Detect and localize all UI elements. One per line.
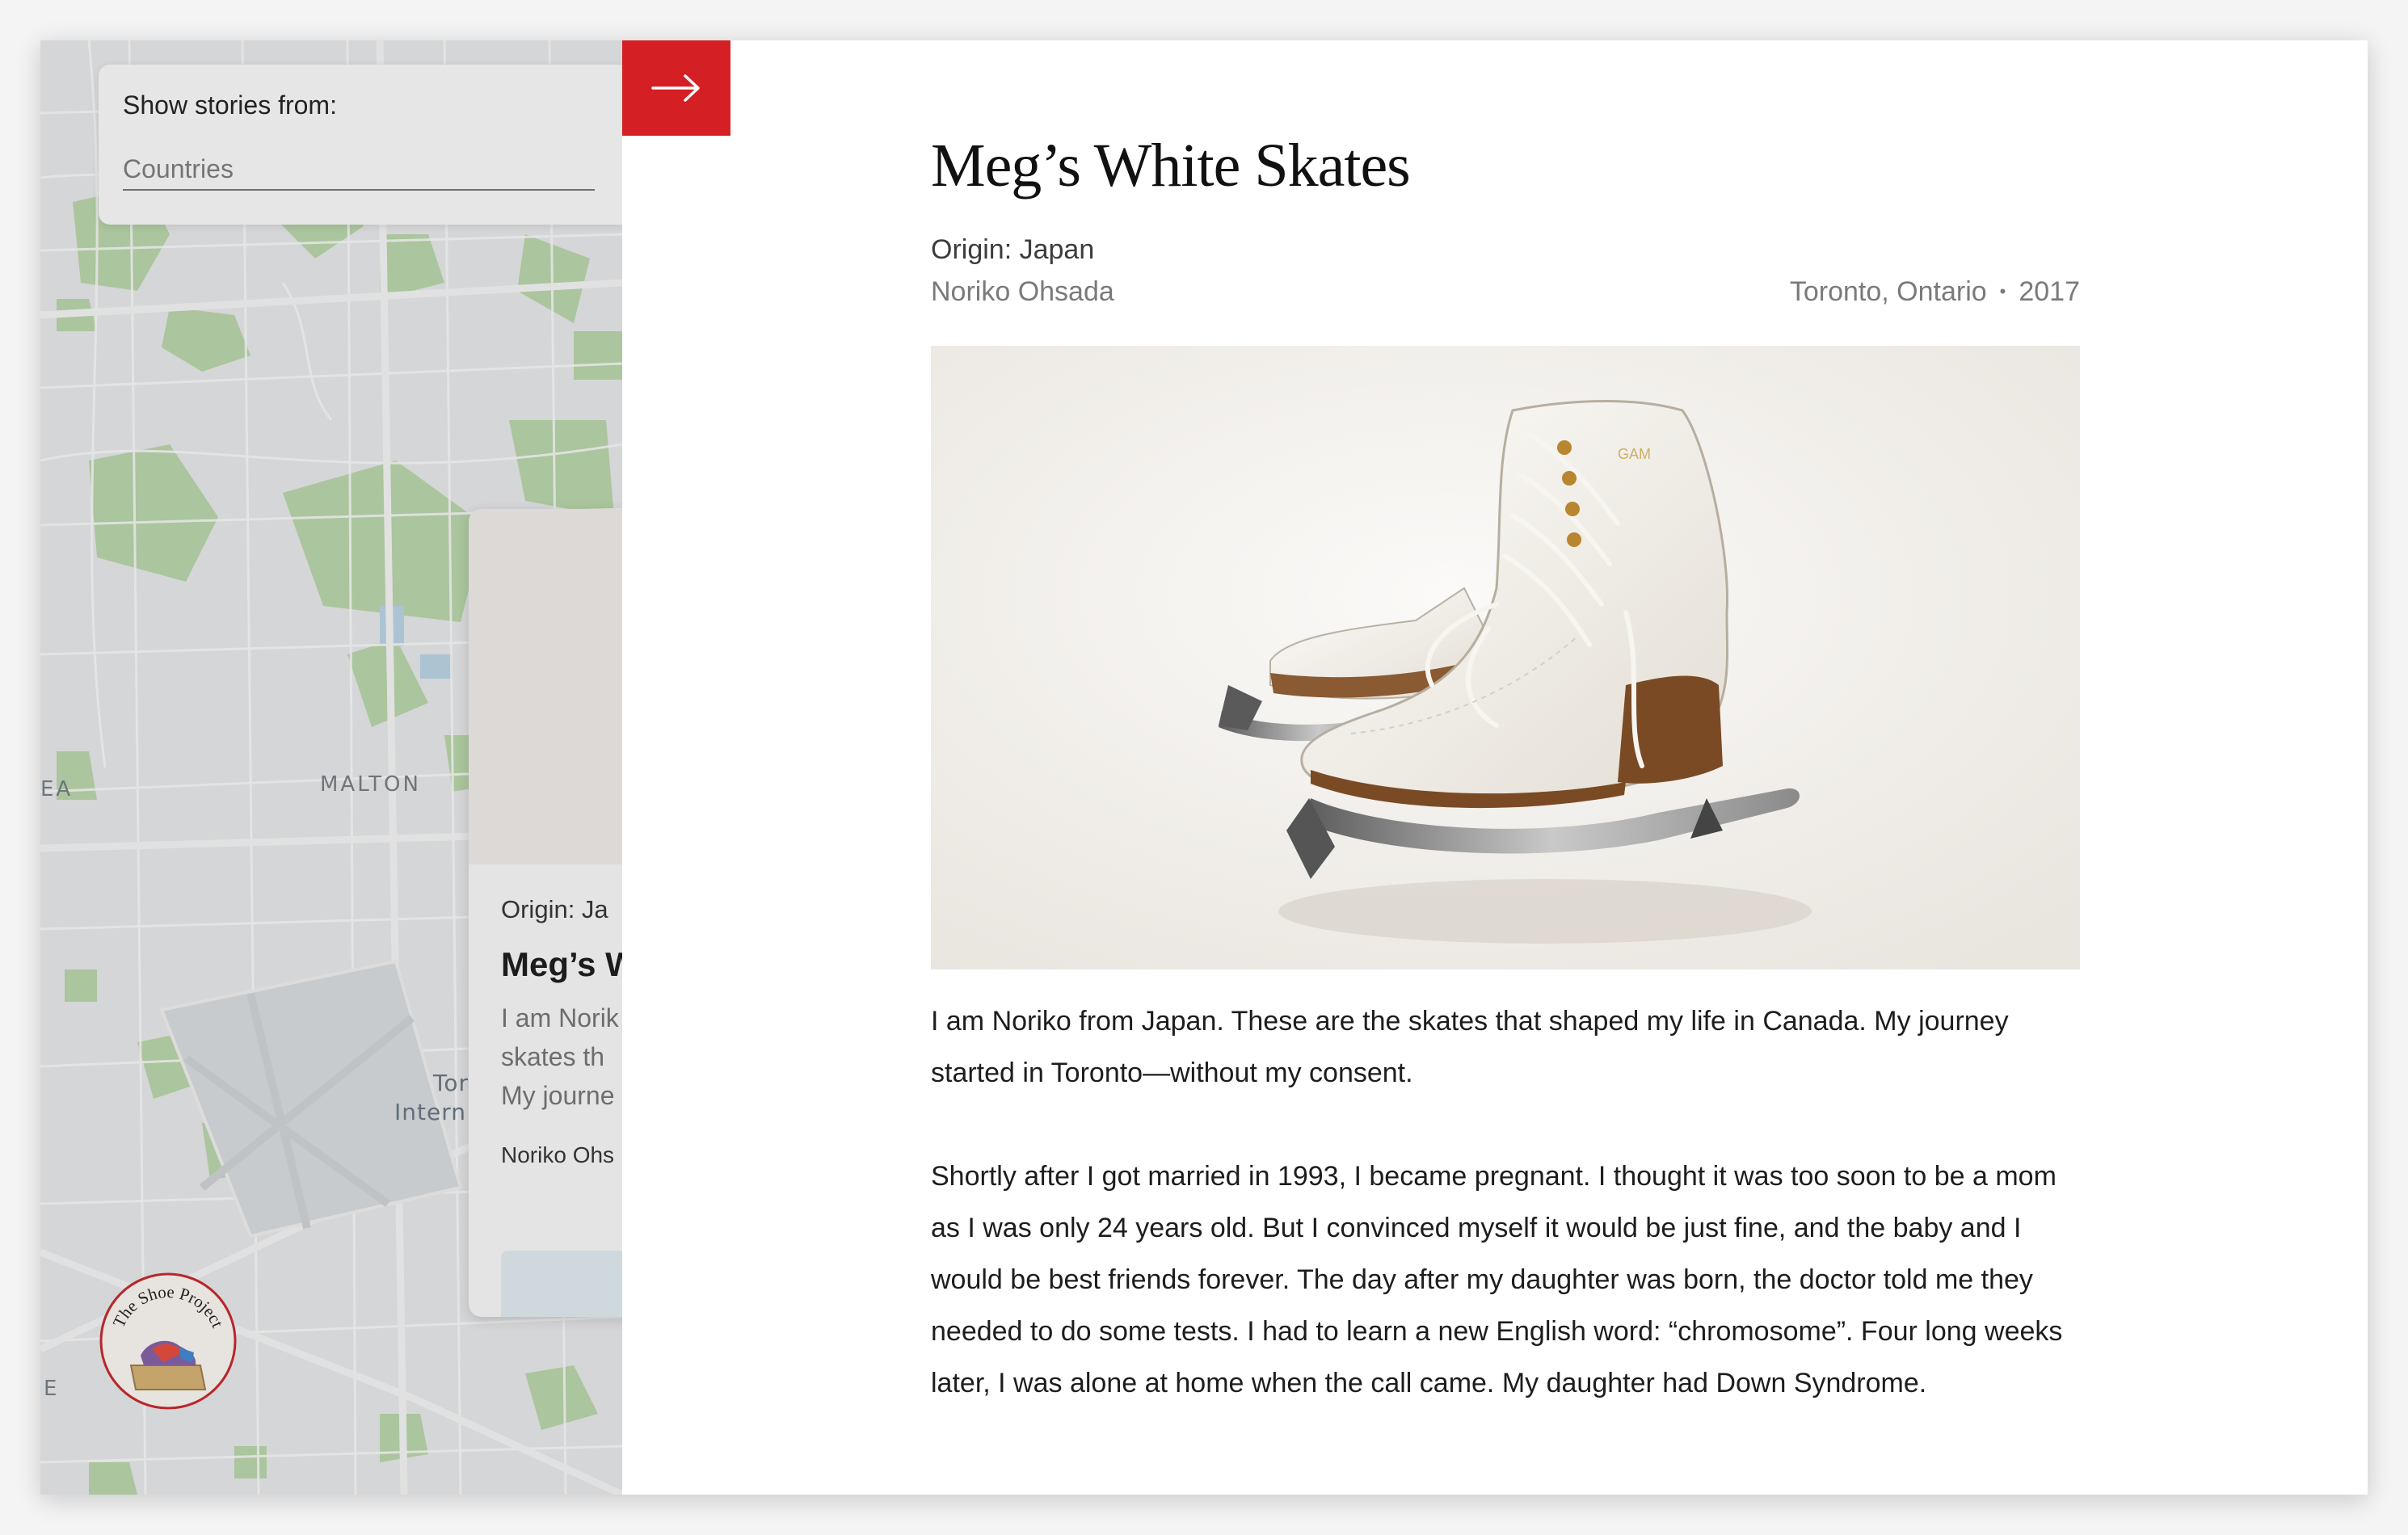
- story-photo: GAM: [931, 346, 2080, 969]
- close-panel-button[interactable]: [622, 40, 730, 136]
- app-window: MALTON EA Toro Intern E Show stories fro…: [40, 40, 2368, 1495]
- skate-brand-mark: GAM: [1618, 446, 1651, 462]
- map-label-edge: EA: [40, 777, 74, 801]
- story-card-title: Meg’s W: [501, 945, 622, 983]
- map-label-malton: MALTON: [320, 772, 421, 797]
- story-origin: Origin: Japan: [931, 234, 1095, 265]
- story-paragraph: Shortly after I got married in 1993, I b…: [931, 1161, 2063, 1398]
- shoe-project-logo[interactable]: The Shoe Project: [99, 1272, 238, 1411]
- story-location: Toronto, Ontario: [1789, 276, 1987, 307]
- arrow-right-icon: [651, 74, 700, 102]
- story-paragraph: I am Noriko from Japan. These are the sk…: [931, 1006, 2009, 1088]
- story-card[interactable]: Origin: Ja Meg’s W I am Norik skates th …: [469, 509, 622, 1317]
- read-story-button[interactable]: [501, 1251, 622, 1317]
- map-label-edge-2: E: [44, 1377, 60, 1401]
- story-card-excerpt-line: My journe: [501, 1081, 615, 1110]
- filter-title: Show stories from:: [123, 90, 337, 120]
- story-card-excerpt-line: I am Norik: [501, 1003, 619, 1032]
- story-card-excerpt-line: skates th: [501, 1042, 605, 1071]
- story-meta: Toronto, Ontario • 2017: [1790, 276, 2080, 308]
- story-body: I am Noriko from Japan. These are the sk…: [931, 995, 2080, 1461]
- story-card-origin: Origin: Ja: [501, 895, 608, 923]
- story-year: 2017: [2019, 276, 2080, 307]
- story-author: Noriko Ohsada: [931, 276, 1114, 307]
- map-view[interactable]: MALTON EA Toro Intern E Show stories fro…: [40, 40, 622, 1495]
- story-filter: Show stories from:: [99, 65, 622, 225]
- meta-separator: •: [1999, 281, 2006, 301]
- skates-image: GAM: [931, 346, 2080, 969]
- countries-input[interactable]: [123, 149, 595, 191]
- story-card-author: Noriko Ohs: [501, 1142, 615, 1167]
- map-label-international: Intern: [394, 1099, 466, 1125]
- story-card-image: [469, 509, 622, 864]
- story-card-excerpt: I am Norik skates th My journe: [501, 999, 622, 1115]
- story-title: Meg’s White Skates: [931, 132, 1411, 200]
